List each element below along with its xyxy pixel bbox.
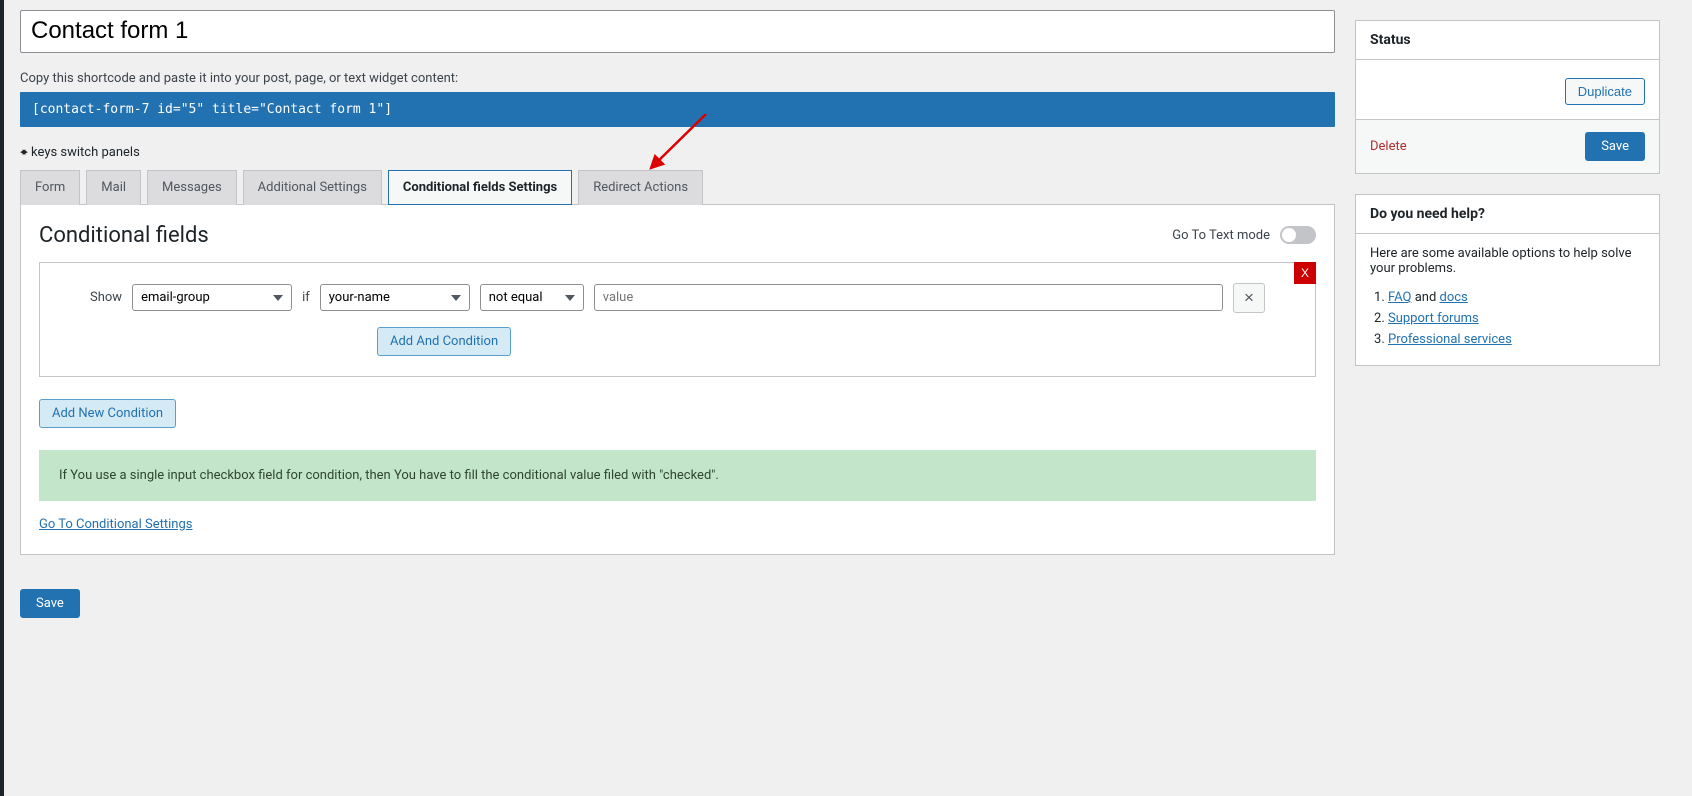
admin-sidebar-edge [0,0,4,796]
save-button-bottom[interactable]: Save [20,589,80,618]
tab-conditional-fields[interactable]: Conditional fields Settings [388,170,572,205]
tab-messages[interactable]: Messages [147,170,237,205]
text-mode-label: Go To Text mode [1172,228,1270,243]
docs-link[interactable]: docs [1440,290,1468,305]
status-box-title: Status [1356,21,1659,60]
add-and-condition-button[interactable]: Add And Condition [377,327,511,356]
add-new-condition-button[interactable]: Add New Condition [39,399,176,428]
help-box-title: Do you need help? [1356,195,1659,234]
tab-redirect-actions[interactable]: Redirect Actions [578,170,703,205]
panel-title: Conditional fields [39,223,209,248]
remove-row-button[interactable]: × [1233,283,1265,313]
help-item-services: Professional services [1388,332,1645,347]
duplicate-button[interactable]: Duplicate [1565,78,1645,105]
goto-conditional-settings-link[interactable]: Go To Conditional Settings [39,517,193,532]
text-mode-toggle[interactable] [1280,226,1316,244]
shortcode-hint: Copy this shortcode and paste it into yo… [20,71,1335,86]
delete-condition-button[interactable]: X [1294,262,1316,284]
value-input[interactable] [594,284,1223,311]
operator-select[interactable]: not equal [480,284,584,311]
show-label: Show [90,290,122,305]
status-box: Status Duplicate Delete Save [1355,20,1660,174]
conditional-panel: Conditional fields Go To Text mode X Sho… [20,204,1335,555]
support-forums-link[interactable]: Support forums [1388,311,1479,326]
help-box: Do you need help? Here are some availabl… [1355,194,1660,366]
delete-link[interactable]: Delete [1370,139,1407,154]
help-item-forums: Support forums [1388,311,1645,326]
tab-form[interactable]: Form [20,170,80,205]
condition-group: X Show email-group if your-name not equa… [39,262,1316,377]
switch-panels-hint: keys switch panels [20,145,1335,160]
checkbox-notice: If You use a single input checkbox field… [39,450,1316,501]
help-intro: Here are some available options to help … [1370,246,1645,276]
tab-mail[interactable]: Mail [86,170,141,205]
field-select[interactable]: your-name [320,284,470,311]
tab-additional-settings[interactable]: Additional Settings [243,170,382,205]
if-label: if [302,290,310,305]
faq-link[interactable]: FAQ [1388,290,1411,305]
help-item-faq: FAQ and docs [1388,290,1645,305]
professional-services-link[interactable]: Professional services [1388,332,1512,347]
save-button-side[interactable]: Save [1585,132,1645,161]
shortcode-box[interactable]: [contact-form-7 id="5" title="Contact fo… [20,92,1335,127]
group-select[interactable]: email-group [132,284,292,311]
form-title-input[interactable] [20,10,1335,53]
tabs: Form Mail Messages Additional Settings C… [20,170,1335,205]
